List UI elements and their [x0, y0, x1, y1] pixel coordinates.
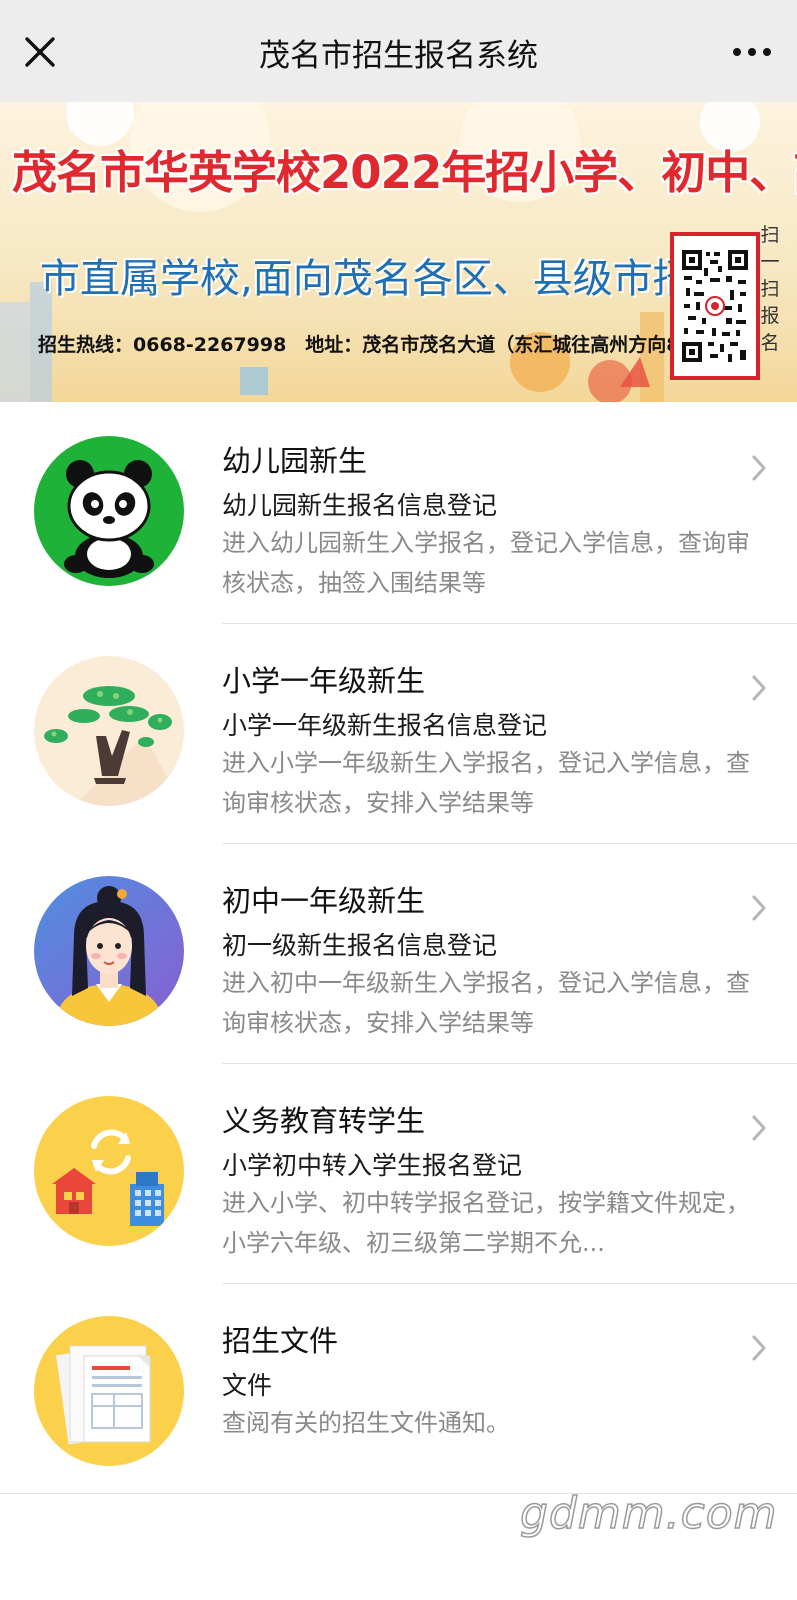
item-title: 义务教育转学生	[222, 1104, 426, 1138]
qr-code	[670, 232, 760, 380]
panda-icon	[34, 436, 184, 586]
more-icon	[733, 48, 771, 56]
promo-banner[interactable]: 茂名市华英学校2022年招小学、初中、高中学生 市直属学校,面向茂名各区、县级市…	[0, 102, 797, 402]
documents-icon	[34, 1316, 184, 1466]
item-subtitle: 小学初中转入学生报名登记	[222, 1151, 523, 1180]
chevron-right-icon	[752, 455, 766, 481]
transfer-school-icon	[34, 1096, 184, 1246]
menu-item-primary-grade-one[interactable]: 小学一年级新生 小学一年级新生报名信息登记 进入小学一年级新生入学报名，登记入学…	[0, 624, 797, 844]
banner-subline: 市直属学校,面向茂名各区、县级市招生	[40, 256, 733, 302]
menu-item-transfer-students[interactable]: 义务教育转学生 小学初中转入学生报名登记 进入小学、初中转学报名登记，按学籍文件…	[0, 1064, 797, 1284]
more-options-button[interactable]	[727, 34, 777, 70]
item-subtitle: 小学一年级新生报名信息登记	[222, 711, 548, 740]
menu-item-kindergarten[interactable]: 幼儿园新生 幼儿园新生报名信息登记 进入幼儿园新生入学报名，登记入学信息，查询审…	[0, 404, 797, 624]
tree-icon	[34, 656, 184, 806]
top-navigation-bar: 茂名市招生报名系统	[0, 0, 797, 102]
item-description: 进入初中一年级新生入学报名，登记入学信息，查询审核状态，安排入学结果等	[222, 969, 750, 1037]
item-description: 查阅有关的招生文件通知。	[222, 1409, 510, 1437]
item-description: 进入小学、初中转学报名登记，按学籍文件规定，小学六年级、初三级第二学期不允...	[222, 1189, 750, 1257]
item-title: 小学一年级新生	[222, 664, 426, 698]
site-watermark: gdmm.com	[519, 1487, 778, 1540]
qr-code-icon	[680, 246, 750, 366]
menu-item-junior-grade-one[interactable]: 初中一年级新生 初一级新生报名信息登记 进入初中一年级新生入学报名，登记入学信息…	[0, 844, 797, 1064]
qr-caption: 扫 一 扫 报 名	[760, 224, 780, 354]
chevron-right-icon	[752, 1335, 766, 1361]
item-subtitle: 文件	[222, 1371, 273, 1400]
item-subtitle: 初一级新生报名信息登记	[222, 931, 498, 960]
page-title: 茂名市招生报名系统	[259, 38, 538, 74]
item-description: 进入小学一年级新生入学报名，登记入学信息，查询审核状态，安排入学结果等	[222, 749, 750, 817]
item-title: 招生文件	[222, 1324, 339, 1358]
chevron-right-icon	[752, 895, 766, 921]
student-girl-icon	[34, 876, 184, 1026]
item-subtitle: 幼儿园新生报名信息登记	[222, 491, 498, 520]
menu-item-enrollment-documents[interactable]: 招生文件 文件 查阅有关的招生文件通知。	[0, 1284, 797, 1504]
banner-contact: 招生热线：0668-2267998 地址：茂名市茂名大道（东汇城往高州方向800…	[38, 334, 763, 356]
banner-headline: 茂名市华英学校2022年招小学、初中、高中学生	[12, 146, 797, 199]
item-title: 初中一年级新生	[222, 884, 426, 918]
item-description: 进入幼儿园新生入学报名，登记入学信息，查询审核状态，抽签入围结果等	[222, 529, 750, 597]
chevron-right-icon	[752, 675, 766, 701]
chevron-right-icon	[752, 1115, 766, 1141]
item-title: 幼儿园新生	[222, 444, 368, 478]
